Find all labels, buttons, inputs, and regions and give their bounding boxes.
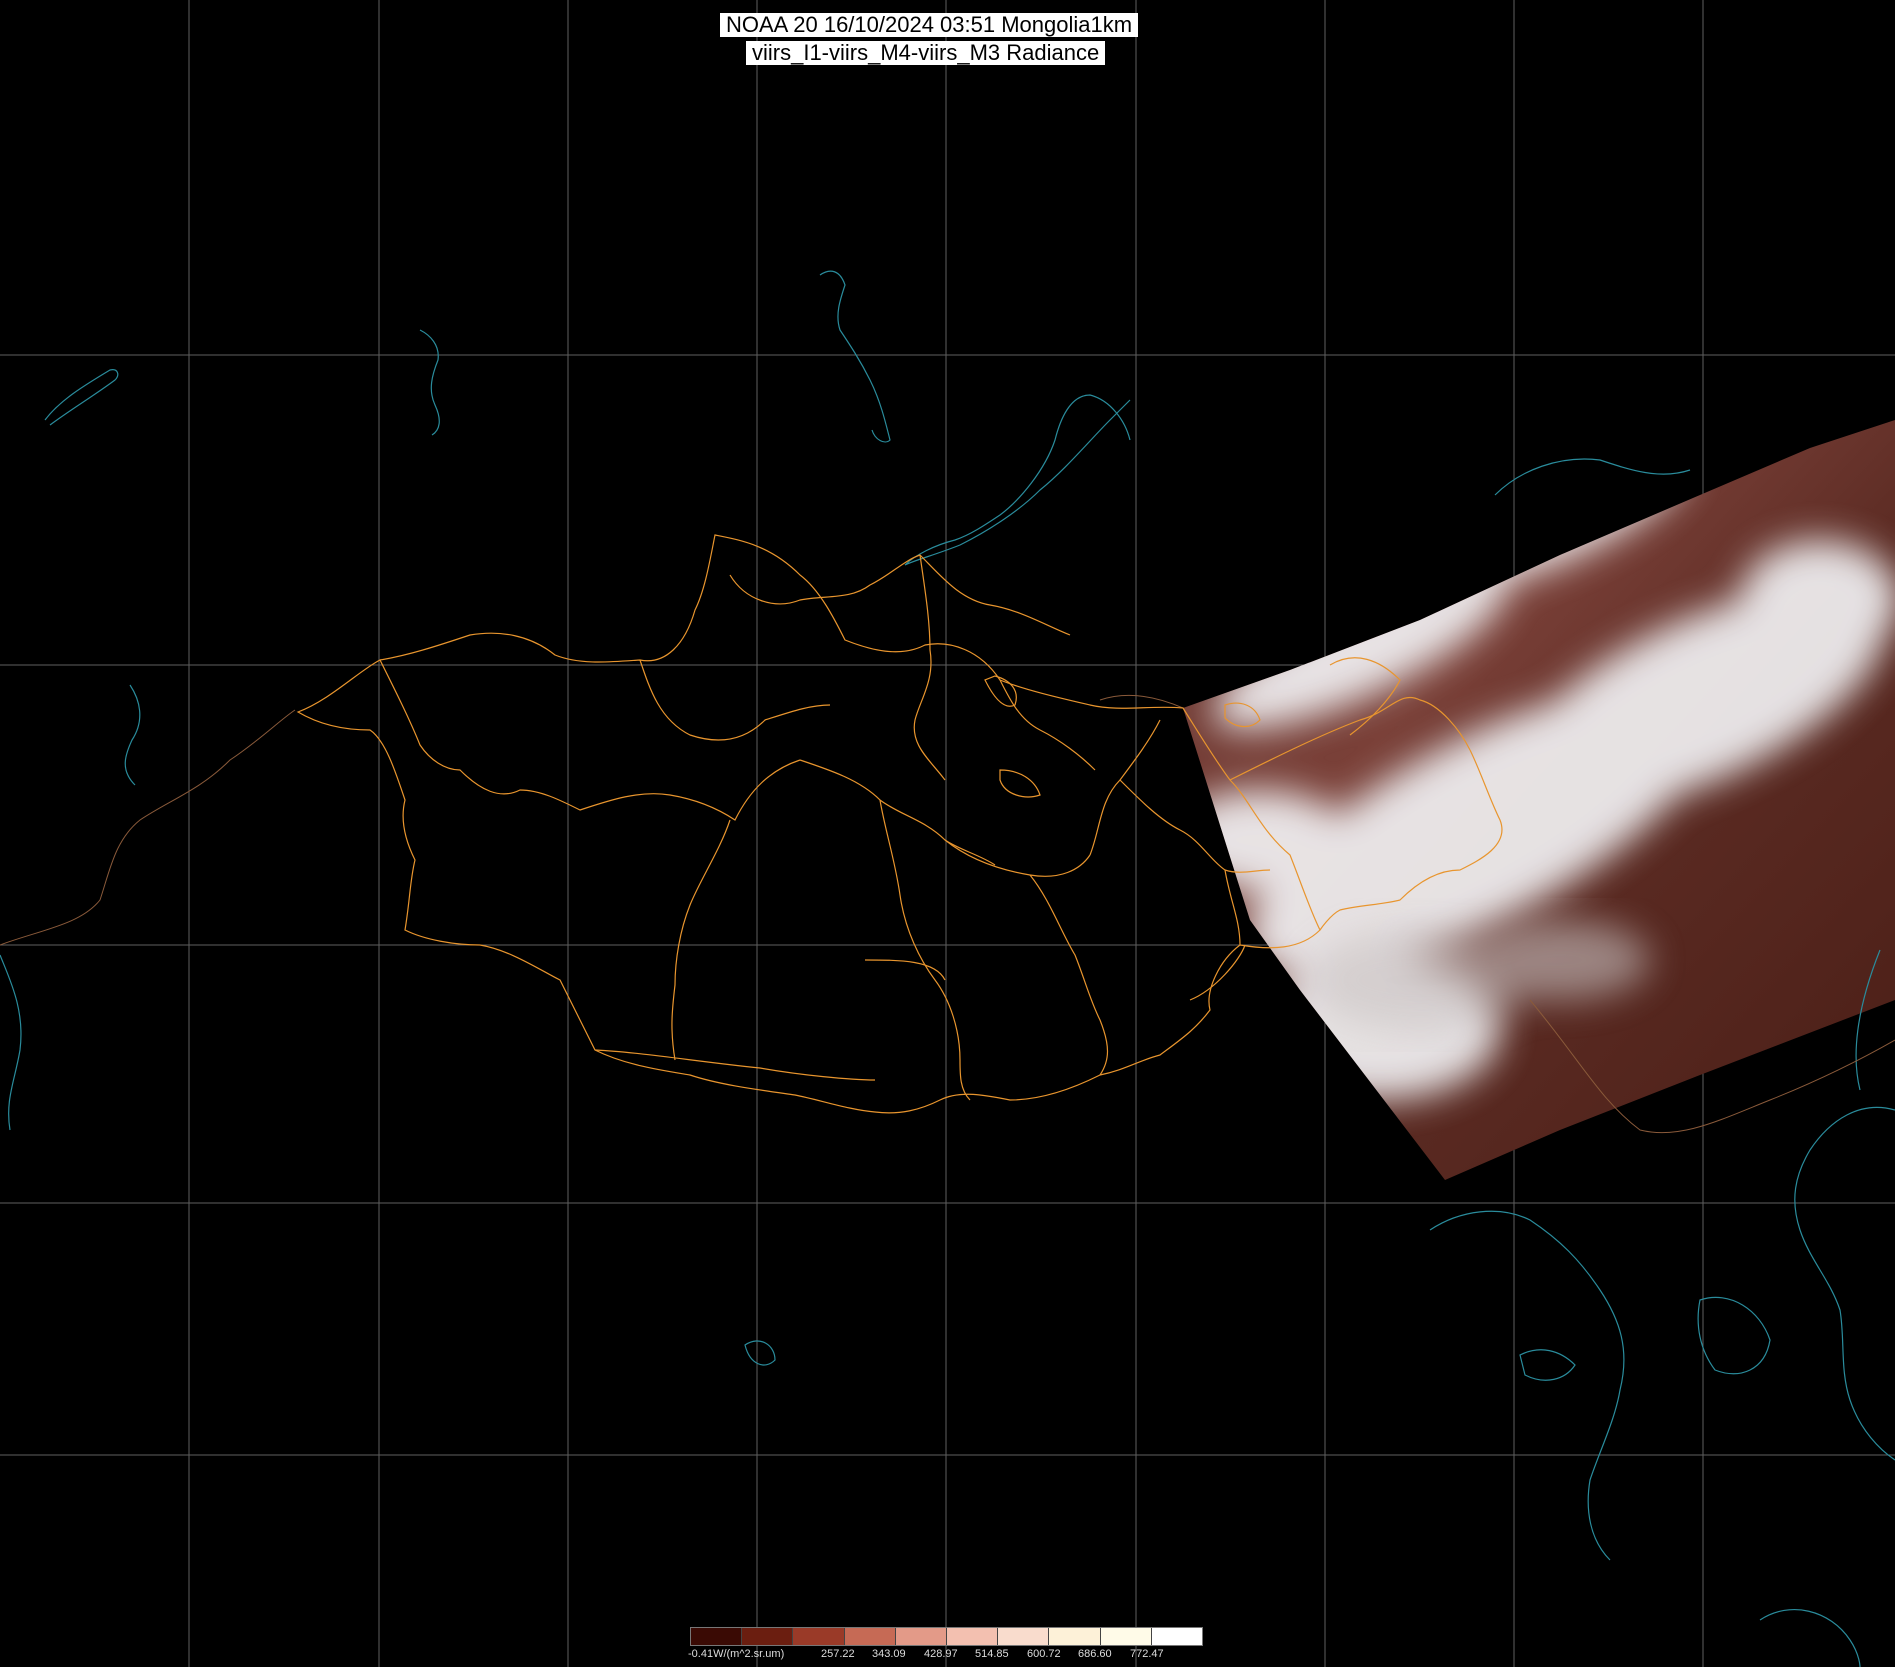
legend-tick-label: 343.09 [872,1648,906,1660]
legend-swatch [1049,1628,1101,1645]
legend-swatch [793,1628,845,1645]
legend-labels: -0.41W/(m^2.sr.um) 257.22 343.09 428.97 … [688,1646,1203,1662]
legend-swatch [998,1628,1050,1645]
map-title-line1: NOAA 20 16/10/2024 03:51 Mongolia1km [720,13,1139,37]
legend-tick-label: 428.97 [924,1648,958,1660]
legend-swatch [691,1628,743,1645]
legend-tick-label: 686.60 [1078,1648,1112,1660]
legend-tick-label: 600.72 [1027,1648,1061,1660]
legend-swatch [895,1628,948,1645]
legend-unit-label: -0.41W/(m^2.sr.um) [688,1648,785,1660]
legend-color-bar [690,1627,1203,1646]
legend-tick-label: 257.22 [821,1648,855,1660]
map-title-line2: viirs_I1-viirs_M4-viirs_M3 Radiance [746,41,1106,65]
legend-swatch [947,1628,999,1645]
legend-tick-label: 514.85 [975,1648,1009,1660]
satellite-swath [1183,420,1895,1180]
legend-swatch [1100,1628,1152,1645]
legend-swatch [742,1628,794,1645]
legend-swatch [844,1628,896,1645]
legend-swatch [1151,1628,1203,1645]
legend-tick-label: 772.47 [1130,1648,1164,1660]
color-legend: -0.41W/(m^2.sr.um) 257.22 343.09 428.97 … [688,1627,1203,1662]
satellite-map [0,0,1895,1667]
